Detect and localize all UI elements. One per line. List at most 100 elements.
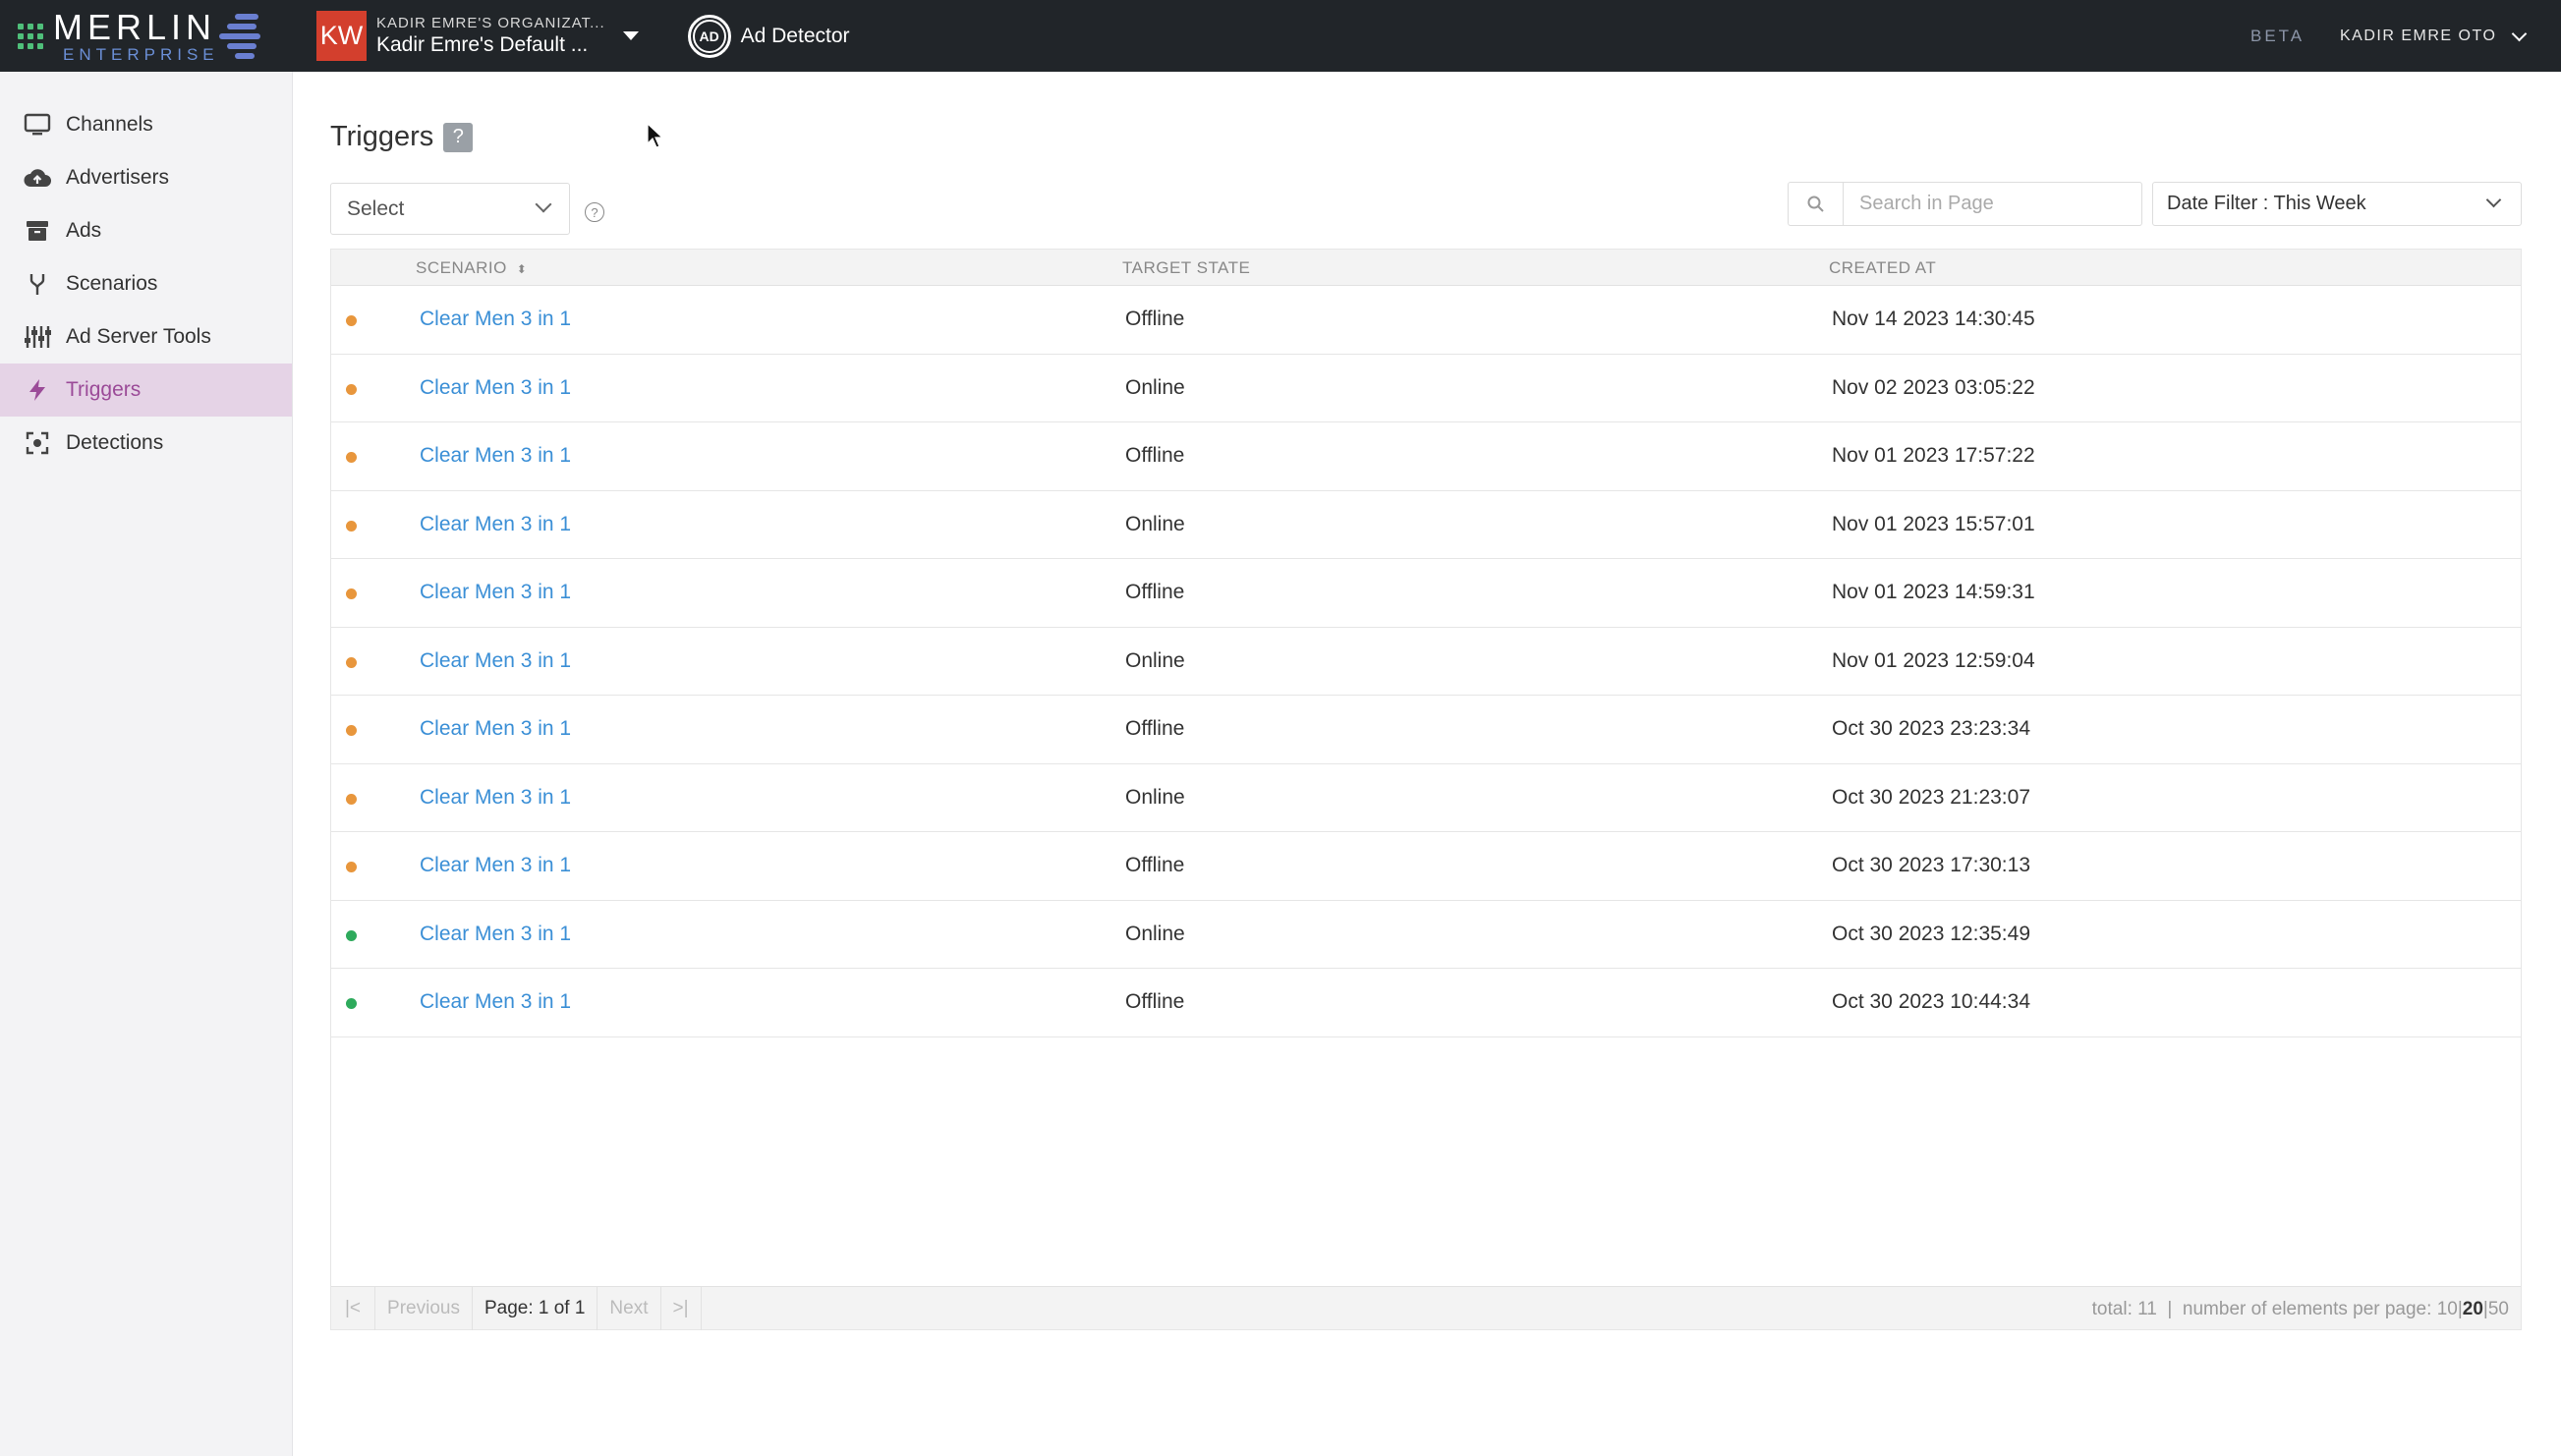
- logo-stripes-icon: [213, 12, 268, 61]
- sidebar-item-label: Advertisers: [66, 166, 170, 189]
- sidebar-item-ad-server-tools[interactable]: Ad Server Tools: [0, 310, 292, 364]
- pager-separator: |: [2167, 1299, 2173, 1319]
- created-at: Oct 30 2023 12:35:49: [1832, 922, 2030, 945]
- chevron-down-icon: [535, 196, 552, 213]
- sort-icon[interactable]: ⬍: [517, 263, 528, 275]
- beta-badge: BETA: [2250, 27, 2305, 45]
- status-dot: [346, 656, 357, 668]
- main-content: Triggers ? Select ? Date Filter : This W…: [293, 72, 2561, 1456]
- next-button[interactable]: Next: [598, 1286, 661, 1330]
- mouse-cursor-icon: [647, 123, 664, 148]
- table-header: SCENARIO ⬍ TARGET STATE CREATED AT: [331, 250, 2521, 286]
- org-name: Kadir Emre's Default ...: [376, 33, 589, 56]
- merlin-logo[interactable]: MERLIN ENTERPRISE: [0, 0, 295, 72]
- column-header-target-state: TARGET STATE: [1122, 258, 1251, 277]
- scan-icon: [22, 428, 53, 458]
- status-dot: [346, 520, 357, 532]
- status-dot: [346, 998, 357, 1009]
- product-ad-detector[interactable]: AD Ad Detector: [687, 14, 850, 58]
- table-row[interactable]: Clear Men 3 in 1 Online Nov 01 2023 12:59:…: [331, 628, 2521, 696]
- user-menu[interactable]: KADIR EMRE OTO: [2340, 26, 2528, 45]
- sidebar-item-detections[interactable]: Detections: [0, 417, 292, 470]
- scenario-link[interactable]: Clear Men 3 in 1: [420, 376, 571, 400]
- cloud-upload-icon: [22, 163, 53, 193]
- sidebar-item-label: Detections: [66, 431, 164, 454]
- table-row[interactable]: Clear Men 3 in 1 Online Oct 30 2023 12:35:…: [331, 901, 2521, 969]
- created-at: Nov 01 2023 15:57:01: [1832, 512, 2035, 535]
- chevron-down-icon: [2512, 26, 2528, 41]
- logo-main-text: MERLIN: [53, 6, 217, 47]
- status-dot: [346, 793, 357, 805]
- search-input[interactable]: [1844, 193, 2129, 215]
- chevron-down-icon: [2485, 192, 2502, 208]
- organization-switcher[interactable]: KW KADIR EMRE'S ORGANIZAT... Kadir Emre'…: [316, 0, 639, 72]
- scenario-link[interactable]: Clear Men 3 in 1: [420, 581, 571, 604]
- target-state: Offline: [1125, 990, 1185, 1013]
- sidebar: Channels Advertisers Ads Scenarios Ad Se…: [0, 72, 293, 1456]
- status-dot: [346, 588, 357, 599]
- info-icon[interactable]: ?: [585, 202, 604, 222]
- sidebar-item-scenarios[interactable]: Scenarios: [0, 257, 292, 310]
- created-at: Oct 30 2023 23:23:34: [1832, 717, 2030, 740]
- created-at: Nov 14 2023 14:30:45: [1832, 308, 2035, 330]
- scenario-link[interactable]: Clear Men 3 in 1: [420, 308, 571, 331]
- search-box[interactable]: [1788, 182, 2142, 226]
- created-at: Oct 30 2023 10:44:34: [1832, 990, 2030, 1013]
- scenario-link[interactable]: Clear Men 3 in 1: [420, 990, 571, 1014]
- target-state: Online: [1125, 922, 1185, 945]
- created-at: Oct 30 2023 21:23:07: [1832, 785, 2030, 809]
- product-name: Ad Detector: [740, 24, 850, 47]
- target-state: Offline: [1125, 308, 1185, 330]
- trigger-select[interactable]: Select: [330, 183, 570, 235]
- table-row[interactable]: Clear Men 3 in 1 Online Oct 30 2023 21:23:…: [331, 764, 2521, 832]
- scenario-link[interactable]: Clear Men 3 in 1: [420, 649, 571, 673]
- date-filter-dropdown[interactable]: Date Filter : This Week: [2152, 182, 2522, 226]
- sidebar-item-channels[interactable]: Channels: [0, 98, 292, 151]
- help-icon[interactable]: ?: [443, 122, 474, 152]
- table-row[interactable]: Clear Men 3 in 1 Online Nov 01 2023 15:57:…: [331, 491, 2521, 559]
- scenario-link[interactable]: Clear Men 3 in 1: [420, 717, 571, 741]
- table-row[interactable]: Clear Men 3 in 1 Offline Nov 01 2023 14:59…: [331, 559, 2521, 628]
- target-state: Offline: [1125, 581, 1185, 603]
- sidebar-item-label: Scenarios: [66, 272, 158, 295]
- sidebar-item-triggers[interactable]: Triggers: [0, 364, 292, 417]
- scenario-link[interactable]: Clear Men 3 in 1: [420, 786, 571, 810]
- sidebar-item-ads[interactable]: Ads: [0, 204, 292, 257]
- scenario-link[interactable]: Clear Men 3 in 1: [420, 513, 571, 536]
- table-row[interactable]: Clear Men 3 in 1 Offline Oct 30 2023 23:23…: [331, 696, 2521, 764]
- scenario-link[interactable]: Clear Men 3 in 1: [420, 923, 571, 946]
- target-state: Online: [1125, 648, 1185, 672]
- created-at: Oct 30 2023 17:30:13: [1832, 854, 2030, 876]
- table-row[interactable]: Clear Men 3 in 1 Offline Oct 30 2023 10:44…: [331, 969, 2521, 1037]
- date-filter-value: Date Filter : This Week: [2167, 193, 2366, 214]
- table-row[interactable]: Clear Men 3 in 1 Offline Oct 30 2023 17:30…: [331, 832, 2521, 901]
- scenario-link[interactable]: Clear Men 3 in 1: [420, 854, 571, 877]
- created-at: Nov 01 2023 14:59:31: [1832, 581, 2035, 603]
- per-page-label: number of elements per page:: [2182, 1299, 2432, 1319]
- page-title-text: Triggers: [330, 121, 434, 152]
- previous-button[interactable]: Previous: [375, 1286, 473, 1330]
- scenario-link[interactable]: Clear Men 3 in 1: [420, 444, 571, 468]
- search-icon: [1789, 183, 1844, 225]
- status-dot: [346, 452, 357, 463]
- status-dot: [346, 383, 357, 395]
- first-page-button[interactable]: |<: [331, 1286, 376, 1330]
- sidebar-item-label: Channels: [66, 113, 153, 136]
- per-page-option-50[interactable]: 50: [2488, 1299, 2509, 1319]
- table-row[interactable]: Clear Men 3 in 1 Offline Nov 14 2023 14:30…: [331, 286, 2521, 355]
- table-row[interactable]: Clear Men 3 in 1 Online Nov 02 2023 03:05:…: [331, 355, 2521, 422]
- per-page-option-20[interactable]: 20: [2463, 1299, 2483, 1319]
- created-at: Nov 02 2023 03:05:22: [1832, 375, 2035, 399]
- branch-icon: [22, 269, 53, 299]
- target-state: Online: [1125, 375, 1185, 399]
- table-row[interactable]: Clear Men 3 in 1 Offline Nov 01 2023 17:57…: [331, 422, 2521, 491]
- apps-grid-icon[interactable]: [18, 23, 43, 49]
- top-bar: MERLIN ENTERPRISE KW KADIR EMRE'S ORGANI…: [0, 0, 2561, 72]
- column-header-scenario[interactable]: SCENARIO ⬍: [416, 258, 527, 278]
- per-page-option-10[interactable]: 10: [2437, 1299, 2458, 1319]
- monitor-icon: [22, 110, 53, 140]
- sidebar-item-advertisers[interactable]: Advertisers: [0, 151, 292, 204]
- caret-down-icon[interactable]: [622, 31, 639, 40]
- last-page-button[interactable]: >|: [661, 1286, 702, 1330]
- sliders-icon: [22, 322, 53, 352]
